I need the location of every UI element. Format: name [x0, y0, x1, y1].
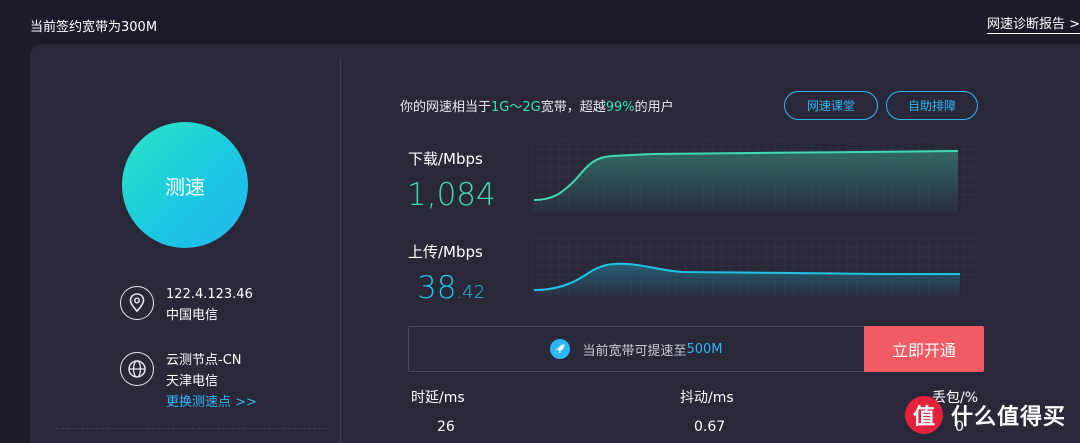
- speed-comparison-text: 你的网速相当于1G～2G宽带，超越99%的用户: [400, 96, 674, 115]
- globe-icon: [120, 352, 154, 386]
- promo-text: 当前宽带可提速至: [582, 343, 687, 359]
- left-dashed-divider: [56, 428, 326, 429]
- download-label: 下载/Mbps: [408, 150, 483, 168]
- watermark-text: 什么值得买: [951, 405, 1067, 430]
- upload-value-int: 38: [417, 270, 457, 306]
- node-name: 云测节点-CN: [166, 353, 242, 368]
- upgrade-banner: 当前宽带可提速至 500M 立即开通: [408, 326, 984, 372]
- activate-now-button[interactable]: 立即开通: [864, 326, 984, 372]
- download-chart: [532, 140, 980, 212]
- compare-suffix: 的用户: [634, 100, 674, 115]
- promo-highlight: 500M: [686, 341, 723, 357]
- speed-button-label: 测速: [165, 174, 205, 199]
- watermark-logo: 值: [905, 396, 943, 434]
- speed-report-link[interactable]: 网速诊断报告 >: [986, 17, 1080, 34]
- download-value: 1,084: [407, 177, 496, 213]
- node-info: 云测节点-CN 天津电信 更换测速点 >>: [120, 350, 257, 413]
- upload-value-frac: .42: [456, 282, 486, 303]
- latency-label: 时延/ms: [411, 390, 465, 406]
- panel-divider: [340, 58, 341, 443]
- latency-value: 26: [437, 419, 455, 435]
- location-pin-icon: [120, 286, 154, 320]
- node-isp: 天津电信: [166, 374, 219, 389]
- compare-mid: 宽带，超越: [540, 100, 606, 115]
- ip-info: 122.4.123.46 中国电信: [120, 284, 253, 326]
- compare-percent: 99%: [605, 100, 635, 115]
- jitter-label: 抖动/ms: [680, 390, 734, 406]
- change-node-link[interactable]: 更换测速点 >>: [166, 392, 257, 413]
- ip-address: 122.4.123.46: [166, 287, 253, 302]
- speed-course-button[interactable]: 网速课堂: [784, 91, 878, 120]
- compare-range: 1G～2G: [491, 100, 541, 115]
- rocket-icon: [550, 339, 571, 359]
- upload-value: 38.42: [417, 270, 485, 306]
- watermark: 值 什么值得买: [905, 396, 1066, 434]
- upload-chart: [532, 238, 980, 296]
- self-troubleshoot-button[interactable]: 自助排障: [886, 91, 978, 120]
- start-speed-test-button[interactable]: 测速: [122, 122, 248, 248]
- ip-isp: 中国电信: [166, 308, 219, 323]
- contract-bandwidth-text: 当前签约宽带为300M: [30, 20, 158, 35]
- jitter-value: 0.67: [694, 419, 726, 435]
- upload-label: 上传/Mbps: [408, 243, 483, 261]
- compare-prefix: 你的网速相当于: [400, 100, 492, 115]
